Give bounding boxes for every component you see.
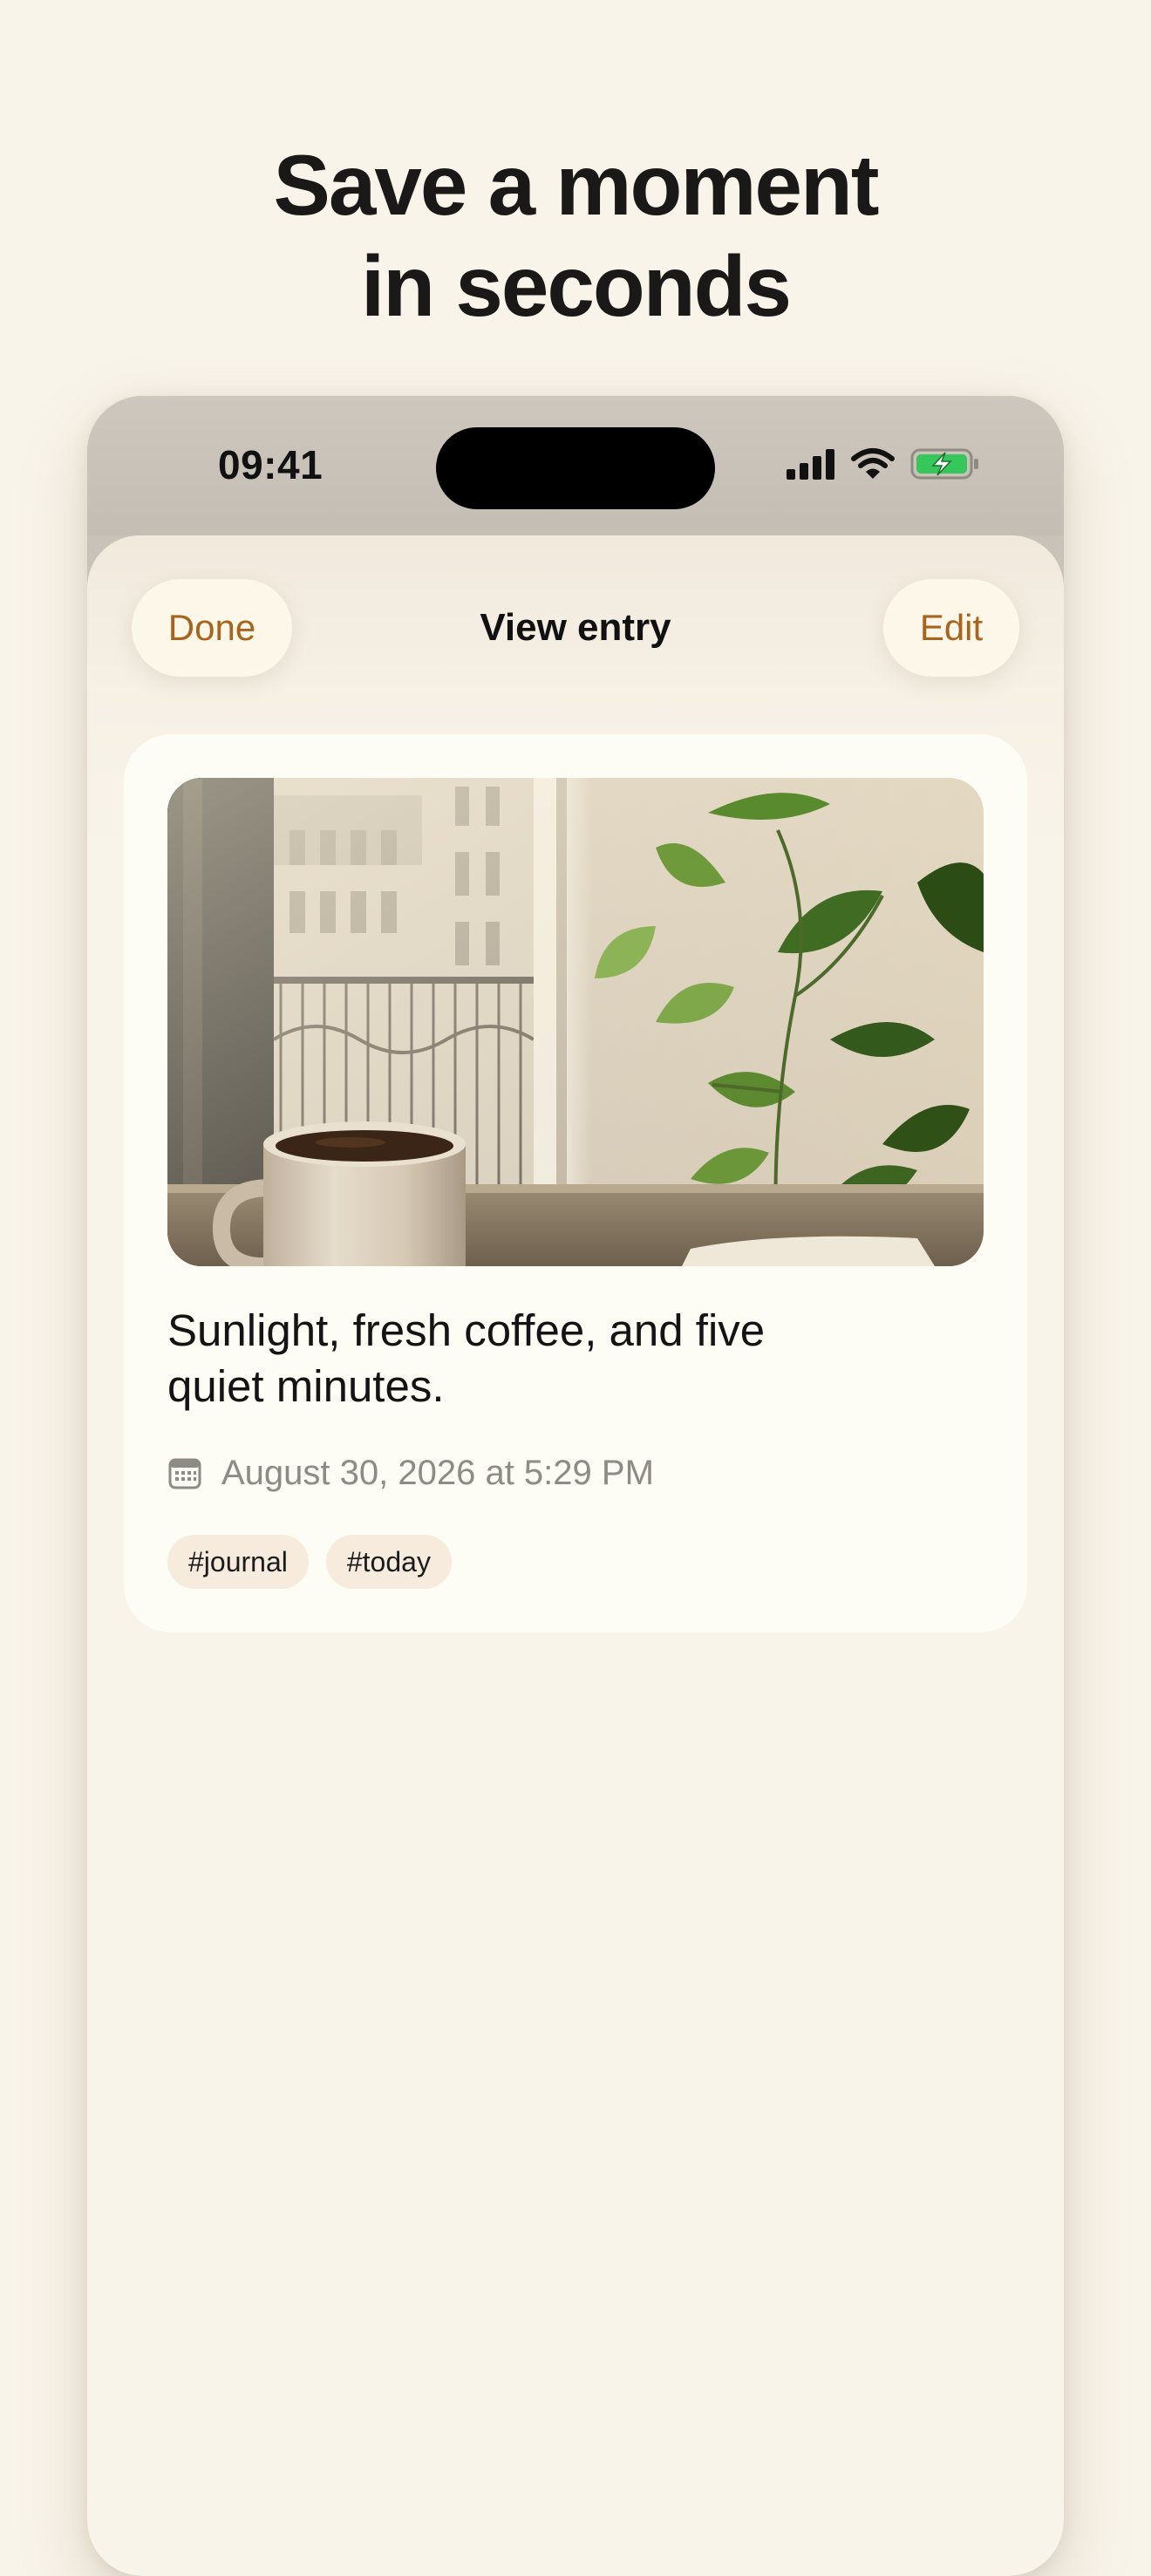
entry-text-line-2: quiet minutes. [167,1361,445,1411]
headline-line-1: Save a moment [273,136,880,233]
tag-journal[interactable]: #journal [167,1535,309,1589]
headline-line-2: in seconds [361,237,792,334]
tag-list: #journal #today [167,1535,452,1589]
battery-charging-icon [910,448,978,480]
status-icons [787,446,980,481]
entry-date: August 30, 2026 at 5:29 PM [221,1453,654,1492]
headline: Save a moment in seconds [0,134,1151,337]
dynamic-island [436,427,715,509]
entry-date-row: August 30, 2026 at 5:29 PM [167,1451,654,1495]
tag-today[interactable]: #today [325,1535,452,1589]
wifi-icon [851,448,895,479]
entry-card: Sunlight, fresh coffee, and five quiet m… [124,734,1027,1632]
entry-photo[interactable] [167,778,984,1266]
status-time: 09:41 [218,442,324,487]
calendar-icon [168,1458,201,1489]
phone-mockup: 09:41 Done View entry Edit Sunlight, fre… [87,396,1064,2576]
done-button[interactable]: Done [132,579,292,677]
entry-sheet: Done View entry Edit Sunlight, fresh cof… [87,535,1064,2576]
entry-text: Sunlight, fresh coffee, and five quiet m… [167,1303,882,1414]
cellular-signal-icon [787,449,834,480]
entry-text-line-1: Sunlight, fresh coffee, and five [167,1305,766,1355]
edit-button[interactable]: Edit [883,579,1019,677]
status-bar: 09:41 [87,396,1064,535]
